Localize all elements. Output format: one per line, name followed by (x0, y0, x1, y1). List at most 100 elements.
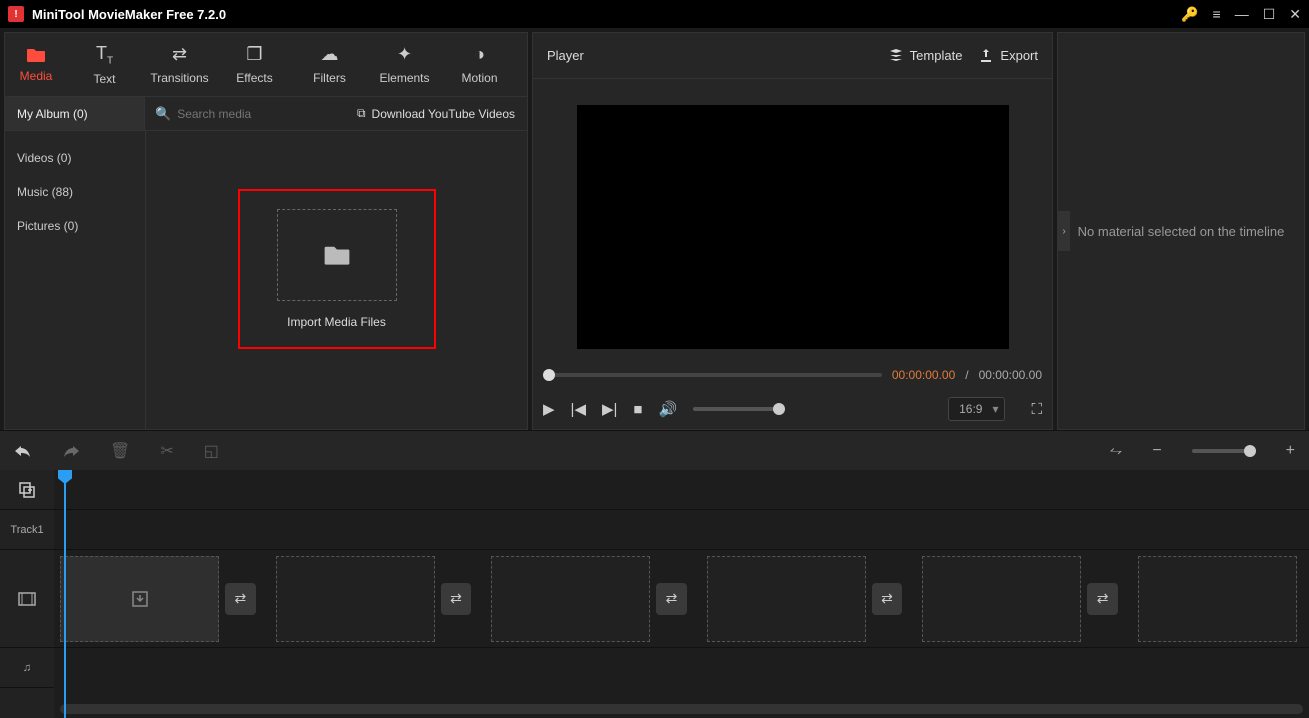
zoom-head[interactable] (1244, 445, 1256, 457)
minimize-button[interactable]: — (1235, 6, 1249, 22)
import-label: Import Media Files (287, 315, 386, 329)
text-icon: TT (96, 43, 113, 67)
search-icon: 🔍 (155, 106, 171, 122)
filters-icon: ☁ (321, 44, 339, 65)
transition-slot-3[interactable]: ⇄ (656, 583, 686, 615)
time-total: 00:00:00.00 (979, 368, 1042, 382)
player-title: Player (547, 48, 872, 63)
fit-timeline-button[interactable]: ⥊ (1110, 442, 1123, 460)
album-label: My Album (0) (17, 107, 88, 121)
export-button[interactable]: Export (978, 48, 1038, 64)
template-button[interactable]: Template (888, 48, 963, 64)
track1-label[interactable]: Track1 (0, 510, 54, 550)
tab-filters-label: Filters (313, 71, 346, 85)
tab-filters[interactable]: ☁ Filters (292, 33, 367, 96)
track-labels: Track1 ♫ (0, 470, 54, 718)
aspect-ratio-value: 16:9 (959, 402, 982, 416)
import-clip-icon (131, 590, 149, 608)
tab-text[interactable]: TT Text (67, 33, 142, 96)
clip-slot-5[interactable] (922, 556, 1081, 642)
seek-slider[interactable] (543, 373, 882, 377)
transition-slot-4[interactable]: ⇄ (872, 583, 902, 615)
track1-row[interactable] (54, 510, 1309, 550)
search-input[interactable] (177, 107, 297, 121)
menu-icon[interactable]: ≡ (1213, 6, 1221, 22)
next-frame-button[interactable]: ▶| (602, 400, 617, 418)
video-track[interactable]: ⇄ ⇄ ⇄ ⇄ ⇄ (54, 550, 1309, 648)
motion-icon: ◑ (474, 44, 485, 65)
clip-slot-6[interactable] (1138, 556, 1297, 642)
export-icon (978, 48, 994, 64)
time-ruler[interactable] (54, 470, 1309, 510)
close-button[interactable]: ✕ (1289, 6, 1301, 23)
aspect-ratio-select[interactable]: 16:9 (948, 397, 1005, 421)
clip-slot-2[interactable] (276, 556, 435, 642)
download-youtube-button[interactable]: ⧉ Download YouTube Videos (345, 106, 527, 121)
tab-text-label: Text (93, 72, 115, 86)
time-current: 00:00:00.00 (892, 368, 955, 382)
app-title: MiniTool MovieMaker Free 7.2.0 (32, 7, 1181, 22)
tab-effects-label: Effects (236, 71, 272, 85)
effects-icon: ❐ (246, 44, 262, 65)
clip-slot-1[interactable] (60, 556, 219, 642)
crop-button[interactable]: ◱ (204, 441, 219, 461)
category-videos[interactable]: Videos (0) (5, 141, 145, 175)
category-pictures[interactable]: Pictures (0) (5, 209, 145, 243)
stop-button[interactable]: ■ (633, 401, 642, 418)
properties-placeholder: No material selected on the timeline (1064, 224, 1299, 239)
volume-slider[interactable] (693, 407, 785, 411)
zoom-in-button[interactable]: + (1286, 442, 1295, 460)
undo-button[interactable] (14, 444, 32, 458)
tab-transitions[interactable]: ⇄ Transitions (142, 33, 217, 96)
audio-track-icon[interactable]: ♫ (0, 648, 54, 688)
playhead[interactable] (64, 470, 66, 718)
zoom-out-button[interactable]: − (1152, 442, 1161, 460)
import-media-button[interactable]: Import Media Files (238, 189, 436, 349)
clip-slot-4[interactable] (707, 556, 866, 642)
tab-effects[interactable]: ❐ Effects (217, 33, 292, 96)
timeline-scrollbar[interactable] (60, 704, 1303, 714)
window-controls: 🔑 ≡ — ☐ ✕ (1181, 6, 1301, 23)
seek-head[interactable] (543, 369, 555, 381)
player-header: Player Template Export (533, 33, 1052, 79)
tracks-area[interactable]: ⇄ ⇄ ⇄ ⇄ ⇄ (54, 470, 1309, 718)
video-track-icon[interactable] (0, 550, 54, 648)
tab-media-label: Media (20, 69, 53, 83)
properties-panel: › No material selected on the timeline (1057, 32, 1305, 430)
tab-motion-label: Motion (461, 71, 497, 85)
folder-icon (323, 244, 351, 266)
split-button[interactable]: ✂ (160, 441, 173, 461)
transition-slot-5[interactable]: ⇄ (1087, 583, 1117, 615)
redo-button[interactable] (62, 444, 80, 458)
tab-motion[interactable]: ◑ Motion (442, 33, 517, 96)
video-stage (533, 79, 1052, 361)
album-tab[interactable]: My Album (0) (5, 97, 145, 130)
volume-head[interactable] (773, 403, 785, 415)
video-canvas[interactable] (577, 105, 1009, 349)
fullscreen-button[interactable]: ⛶ (1031, 401, 1042, 418)
category-music[interactable]: Music (88) (5, 175, 145, 209)
maximize-button[interactable]: ☐ (1263, 6, 1276, 23)
play-button[interactable]: ▶ (543, 400, 555, 418)
template-icon (888, 48, 904, 64)
transition-slot-1[interactable]: ⇄ (225, 583, 255, 615)
prev-frame-button[interactable]: |◀ (571, 400, 586, 418)
collapse-panel-button[interactable]: › (1058, 211, 1070, 251)
add-track-button[interactable] (0, 470, 54, 510)
download-icon: ⧉ (357, 106, 366, 121)
clip-slot-3[interactable] (491, 556, 650, 642)
delete-button[interactable]: 🗑 (110, 441, 130, 461)
tab-media[interactable]: Media (5, 33, 67, 96)
search-box[interactable]: 🔍 (145, 106, 345, 122)
tab-elements[interactable]: ✦ Elements (367, 33, 442, 96)
key-icon[interactable]: 🔑 (1181, 6, 1198, 23)
zoom-slider[interactable] (1192, 449, 1256, 453)
timeline-toolbar: 🗑 ✂ ◱ ⥊ − + (0, 430, 1309, 470)
transition-slot-2[interactable]: ⇄ (441, 583, 471, 615)
media-panel: Media TT Text ⇄ Transitions ❐ Effects ☁ … (4, 32, 528, 430)
media-body: Videos (0) Music (88) Pictures (0) Impor… (5, 131, 527, 429)
workspace: Media TT Text ⇄ Transitions ❐ Effects ☁ … (0, 28, 1309, 430)
volume-icon[interactable]: 🔊 (658, 400, 677, 418)
import-dropzone[interactable] (277, 209, 397, 301)
app-logo-icon: ! (8, 6, 24, 22)
